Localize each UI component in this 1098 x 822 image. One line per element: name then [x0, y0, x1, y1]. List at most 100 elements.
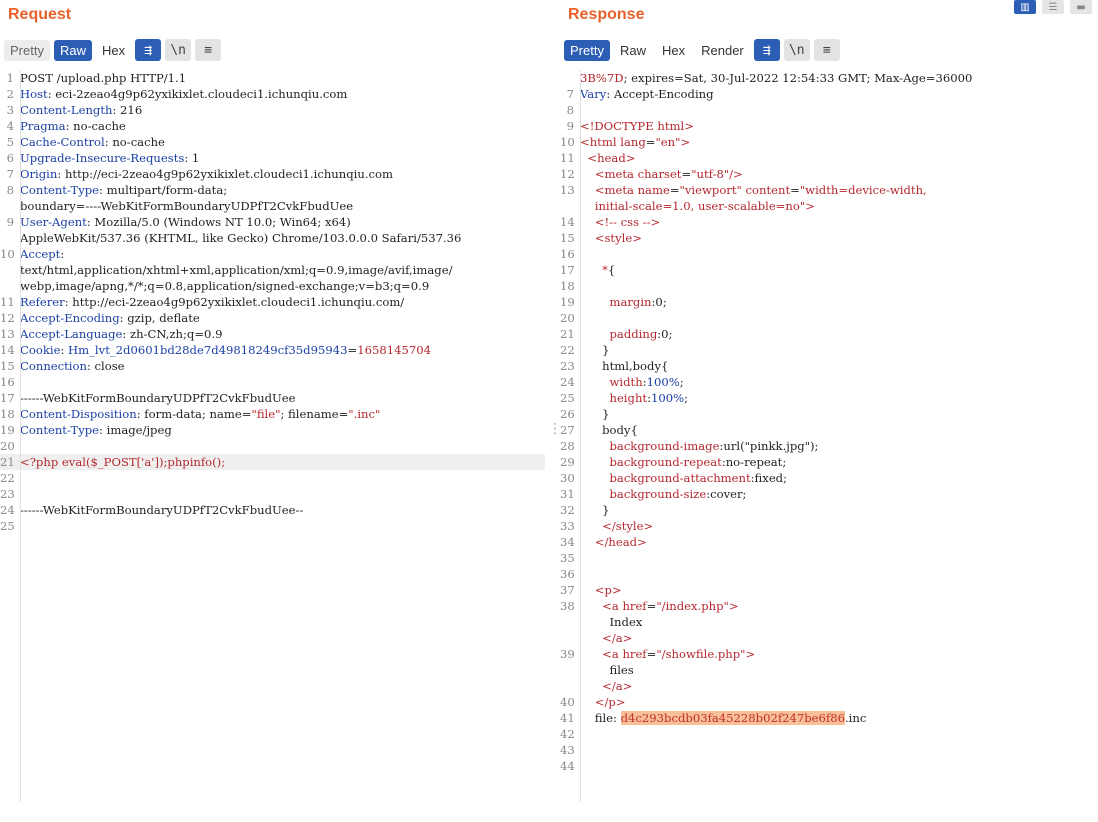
- single-pane-icon[interactable]: ▬: [1070, 0, 1092, 14]
- response-code-line: 38 <a href="/index.php">: [560, 598, 1098, 614]
- request-tab-pretty[interactable]: Pretty: [4, 39, 50, 61]
- code-token: "width=device-width,: [799, 183, 927, 197]
- line-content: text/html,application/xhtml+xml,applicat…: [19, 262, 545, 278]
- request-editor[interactable]: 1 POST /upload.php HTTP/1.1 2 Host: eci-2ze…: [0, 70, 545, 802]
- line-number: 13: [0, 327, 15, 341]
- line-content: Accept-Encoding: gzip, deflate: [19, 310, 545, 326]
- line-number: 17: [0, 391, 15, 405]
- code-token: =: [646, 647, 657, 661]
- code-token: body{: [580, 423, 638, 437]
- code-token: : gzip, deflate: [119, 311, 200, 325]
- response-tab-raw[interactable]: Raw: [614, 40, 652, 61]
- request-code-line: 3 Content-Length: 216: [0, 102, 545, 118]
- response-tab-pretty[interactable]: Pretty: [564, 39, 610, 61]
- request-wrap-icon[interactable]: ⇶: [135, 39, 162, 61]
- line-content: [579, 246, 1098, 262]
- line-number: 43: [560, 743, 575, 757]
- response-editor[interactable]: 3B%7D; expires=Sat, 30-Jul-2022 12:54:33…: [560, 70, 1098, 802]
- request-tab-raw[interactable]: Raw: [53, 39, 92, 61]
- line-number: 14: [0, 343, 15, 357]
- request-newline-icon[interactable]: \n: [165, 39, 192, 61]
- response-tab-render[interactable]: Render: [695, 40, 750, 61]
- line-number: 41: [560, 711, 575, 725]
- code-token: margin: [609, 295, 652, 309]
- split-vertical-icon[interactable]: ☰: [1042, 0, 1064, 14]
- response-menu-icon[interactable]: ≡: [813, 39, 840, 61]
- request-toolbar: Pretty Raw Hex ⇶ \n ≡: [4, 38, 222, 62]
- code-token: href: [622, 647, 647, 661]
- response-newline-icon[interactable]: \n: [783, 39, 810, 61]
- line-number: 5: [6, 135, 14, 149]
- code-token: <!DOCTYPE html>: [580, 119, 694, 133]
- code-token: =: [681, 167, 692, 181]
- response-code-line: 11 <head>: [560, 150, 1098, 166]
- request-code-line: 4 Pragma: no-cache: [0, 118, 545, 134]
- response-wrap-icon[interactable]: ⇶: [753, 39, 780, 61]
- code-token: Upgrade-Insecure-Requests: [20, 151, 185, 165]
- code-token: files: [580, 663, 634, 677]
- code-token: "viewport": [679, 183, 742, 197]
- pane-splitter-handle[interactable]: ⋮: [548, 422, 562, 445]
- view-mode-switcher: ▥ ☰ ▬: [1014, 0, 1092, 14]
- code-token: ------WebKitFormBoundaryUDPfT2CvkFbudUee: [20, 391, 296, 405]
- code-token: =: [645, 135, 656, 149]
- request-code-line: 2 Host: eci-2zeao4g9p62yxikixlet.cloudeci…: [0, 86, 545, 102]
- code-token: ------WebKitFormBoundaryUDPfT2CvkFbudUee…: [20, 503, 304, 517]
- code-token: "utf-8": [691, 167, 730, 181]
- line-content: html,body{: [579, 358, 1098, 374]
- line-content: POST /upload.php HTTP/1.1: [19, 70, 545, 86]
- line-content: }: [579, 406, 1098, 422]
- code-token: background-repeat: [609, 455, 722, 469]
- code-token: </head>: [594, 535, 647, 549]
- split-horizontal-icon[interactable]: ▥: [1014, 0, 1036, 14]
- code-token: AppleWebKit/537.36 (KHTML, like Gecko) C…: [20, 231, 462, 245]
- request-menu-icon[interactable]: ≡: [195, 39, 222, 61]
- code-token: POST /upload.php HTTP/1.1: [20, 71, 187, 85]
- code-token: Content-Length: [20, 103, 113, 117]
- code-token: ;: [679, 375, 684, 389]
- request-code-line: 19 Content-Type: image/jpeg: [0, 422, 545, 438]
- line-content: height:100%;: [579, 390, 1098, 406]
- code-token: =: [646, 599, 657, 613]
- line-number: 10: [0, 247, 15, 261]
- line-content: ------WebKitFormBoundaryUDPfT2CvkFbudUee…: [19, 502, 545, 518]
- line-number: 23: [0, 487, 15, 501]
- line-content: padding:0;: [579, 326, 1098, 342]
- line-content: </style>: [579, 518, 1098, 534]
- request-code-line: 17 ------WebKitFormBoundaryUDPfT2CvkFbudU…: [0, 390, 545, 406]
- line-content: file: d4c293bcdb03fa45228b02f247be6f86.i…: [579, 710, 1098, 726]
- line-content: background-attachment:fixed;: [579, 470, 1098, 486]
- code-token: Accept: [20, 247, 61, 261]
- code-token: :cover;: [706, 487, 747, 501]
- request-code-line: 1 POST /upload.php HTTP/1.1: [0, 70, 545, 86]
- line-number: 27: [560, 423, 575, 437]
- code-token: Accept-Language: [20, 327, 123, 341]
- response-code-line: 39 <a href="/showfile.php">: [560, 646, 1098, 662]
- line-number: 7: [566, 87, 574, 101]
- line-content: Upgrade-Insecure-Requests: 1: [19, 150, 545, 166]
- code-token: <meta: [594, 183, 638, 197]
- response-code-line: 34 </head>: [560, 534, 1098, 550]
- response-title: Response: [568, 6, 645, 23]
- line-number: 4: [6, 119, 14, 133]
- line-number: 23: [560, 359, 575, 373]
- code-token: }: [580, 407, 610, 421]
- response-code-line: </a>: [560, 630, 1098, 646]
- code-token: background-size: [609, 487, 707, 501]
- response-tab-hex[interactable]: Hex: [656, 40, 691, 61]
- request-code-line: 5 Cache-Control: no-cache: [0, 134, 545, 150]
- code-token: : form-data; name=: [136, 407, 252, 421]
- code-token: : multipart/form-data;: [99, 183, 228, 197]
- request-code-line: 6 Upgrade-Insecure-Requests: 1: [0, 150, 545, 166]
- request-tab-hex[interactable]: Hex: [96, 40, 131, 61]
- line-content: [579, 310, 1098, 326]
- line-content: [579, 726, 1098, 742]
